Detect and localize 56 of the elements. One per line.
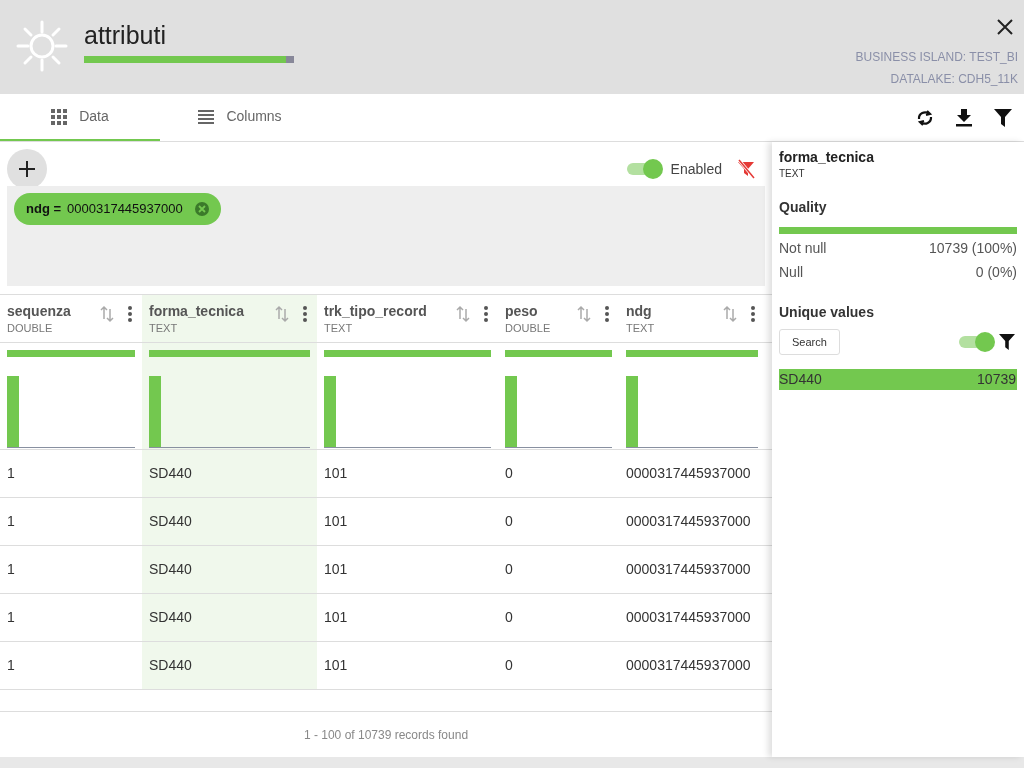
column-name: ndg [626, 302, 653, 320]
unique-values-title: Unique values [779, 303, 875, 322]
unique-value-row[interactable]: SD440 10739 [779, 369, 1017, 390]
enabled-toggle[interactable] [626, 159, 663, 179]
search-button[interactable]: Search [779, 329, 840, 355]
datalake-label: DATALAKE: CDH5_11K [890, 71, 1018, 88]
remove-icon[interactable] [194, 202, 209, 216]
table-cell: SD440 [142, 594, 317, 641]
records-count: 1 - 100 of 10739 records found [303, 726, 469, 744]
page-title: attributi [84, 20, 167, 51]
sun-icon [14, 18, 70, 74]
column-name: peso [505, 302, 539, 320]
chip-field: ndg = [26, 199, 62, 219]
tab[interactable]: Columns [160, 94, 320, 141]
column-header[interactable]: forma_tecnica TEXT [142, 295, 317, 342]
chip-value: 0000317445937000 [67, 200, 183, 219]
plus-icon [19, 161, 35, 177]
enabled-label: Enabled [670, 159, 722, 179]
quality-title: Quality [779, 198, 828, 217]
table-cell: SD440 [142, 450, 317, 497]
column-type: TEXT [324, 321, 354, 336]
column-type: DOUBLE [7, 321, 54, 336]
download-icon[interactable] [956, 108, 972, 127]
close-icon[interactable] [997, 19, 1013, 35]
more-icon[interactable] [484, 306, 488, 322]
column-type: TEXT [149, 321, 179, 336]
unique-count: 10739 [977, 370, 1016, 389]
more-icon[interactable] [605, 306, 609, 322]
unique-filter-toggle[interactable] [959, 332, 995, 352]
stat-label: Not null [779, 239, 827, 258]
table-cell: SD440 [142, 546, 317, 593]
filter-icon[interactable] [994, 108, 1012, 127]
panel-column-name: forma_tecnica [779, 148, 875, 166]
filter-icon[interactable] [999, 334, 1015, 350]
more-icon[interactable] [128, 306, 132, 322]
more-icon[interactable] [303, 306, 307, 322]
stat-value: 10739 (100%) [929, 239, 1017, 258]
column-name: trk_tipo_record [324, 302, 427, 320]
column-name: forma_tecnica [149, 302, 244, 320]
grid-icon [51, 108, 68, 125]
refresh-icon[interactable] [916, 107, 934, 128]
stat-label: Null [779, 263, 804, 282]
list-icon [198, 109, 215, 124]
panel-column-type: TEXT [779, 167, 806, 181]
column-type: TEXT [626, 321, 655, 336]
clear-filter-icon[interactable] [736, 159, 756, 179]
table-cell: SD440 [142, 642, 317, 689]
business-island-label: BUSINESS ISLAND: TEST_BI [855, 49, 1018, 66]
column-name: sequenza [7, 302, 71, 320]
unique-value: SD440 [779, 370, 822, 389]
stat-value: 0 (0%) [975, 263, 1017, 282]
more-icon[interactable] [751, 306, 755, 322]
column-type: DOUBLE [505, 321, 551, 336]
add-button[interactable] [7, 149, 47, 189]
filter-chip[interactable]: ndg = 0000317445937000 [14, 193, 221, 225]
table-cell: SD440 [142, 498, 317, 545]
